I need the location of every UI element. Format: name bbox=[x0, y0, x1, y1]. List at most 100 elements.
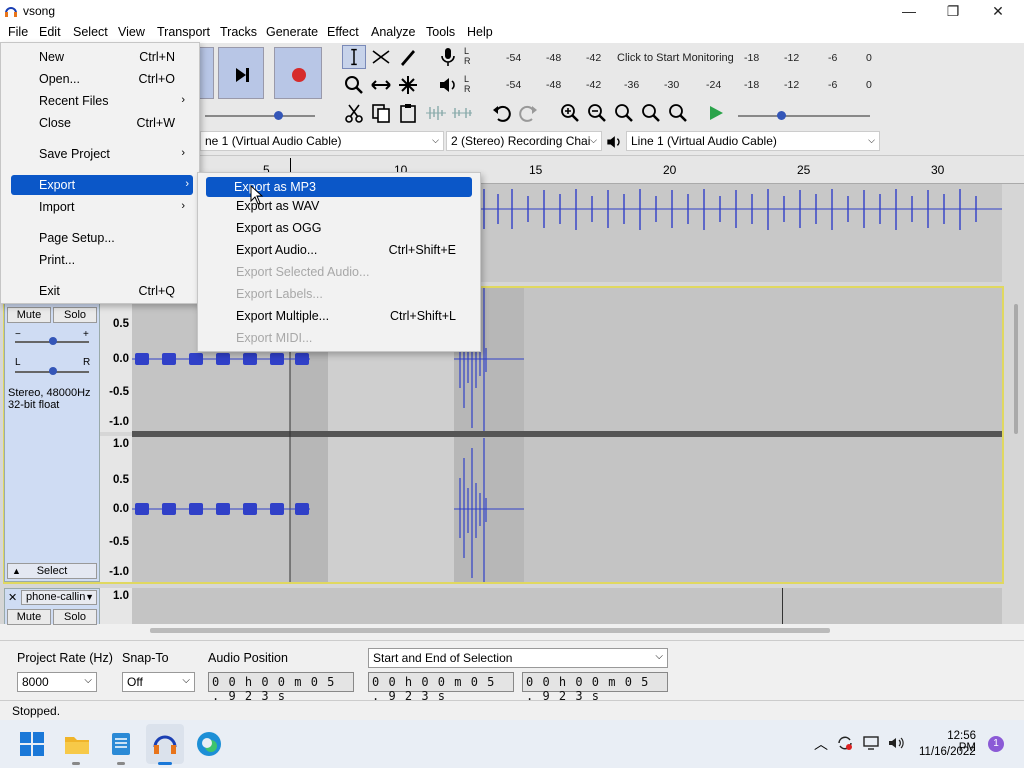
record-button[interactable] bbox=[274, 47, 322, 99]
menu-tools[interactable]: Tools bbox=[426, 25, 455, 39]
zoom-out-icon[interactable] bbox=[585, 101, 609, 125]
file-menu-new[interactable]: New Ctrl+N bbox=[5, 47, 195, 67]
maximize-button[interactable]: ❐ bbox=[930, 0, 976, 23]
volume-slider-track[interactable] bbox=[205, 115, 315, 117]
menu-effect[interactable]: Effect bbox=[327, 25, 359, 39]
chevron-up-icon[interactable]: ︿ bbox=[814, 734, 828, 754]
menu-transport[interactable]: Transport bbox=[157, 25, 210, 39]
selection-start-time[interactable]: 0 0 h 0 0 m 0 5 . 9 2 3 s bbox=[368, 672, 514, 703]
selection-tool-icon[interactable] bbox=[342, 45, 366, 69]
solo-button[interactable]: Solo bbox=[53, 609, 97, 625]
project-rate-select[interactable]: 8000 ⌵ bbox=[17, 672, 97, 692]
clock-date[interactable]: 11/16/2022 bbox=[919, 746, 976, 758]
file-menu-exit[interactable]: Exit Ctrl+Q bbox=[5, 281, 195, 301]
menu-view[interactable]: View bbox=[118, 25, 145, 39]
recording-device-select[interactable]: ne 1 (Virtual Audio Cable) ⌵ bbox=[200, 131, 444, 151]
recording-channels-select[interactable]: 2 (Stereo) Recording Chai ⌵ bbox=[446, 131, 602, 151]
chevron-down-icon: ⌵ bbox=[84, 675, 92, 686]
time-shift-tool-icon[interactable] bbox=[369, 73, 393, 97]
multi-tool-icon[interactable] bbox=[396, 73, 420, 97]
microphone-icon[interactable] bbox=[436, 45, 460, 69]
vertical-scrollbar[interactable] bbox=[1014, 304, 1018, 434]
audacity-taskbar-icon[interactable] bbox=[151, 730, 179, 758]
export-multiple[interactable]: Export Multiple... Ctrl+Shift+L bbox=[202, 306, 476, 326]
fit-project-icon[interactable] bbox=[639, 101, 663, 125]
skip-end-button[interactable] bbox=[218, 47, 264, 99]
envelope-tool-icon[interactable] bbox=[369, 45, 393, 69]
file-menu-open[interactable]: Open... Ctrl+O bbox=[5, 69, 195, 89]
file-explorer-icon[interactable] bbox=[63, 730, 91, 758]
menu-analyze[interactable]: Analyze bbox=[371, 25, 415, 39]
file-menu-page-setup[interactable]: Page Setup... bbox=[5, 228, 195, 248]
track2-control-panel[interactable]: Mute Solo − + L R Stereo, 48000Hz 32-bit… bbox=[4, 288, 100, 582]
cut-icon[interactable] bbox=[342, 101, 366, 125]
track3-name-menu[interactable]: phone-callin ▼ bbox=[21, 590, 97, 605]
horizontal-scrollbar[interactable] bbox=[150, 628, 830, 633]
zoom-toggle-icon[interactable] bbox=[666, 101, 690, 125]
copy-icon[interactable] bbox=[369, 101, 393, 125]
zoom-in-icon[interactable] bbox=[558, 101, 582, 125]
redo-icon[interactable] bbox=[516, 101, 540, 125]
menu-item-label: Export Multiple... bbox=[236, 309, 330, 323]
meter-tick: 0 bbox=[866, 52, 872, 64]
trim-icon[interactable] bbox=[424, 101, 448, 125]
track3-control-panel[interactable]: ✕ phone-callin ▼ Mute Solo bbox=[4, 588, 100, 625]
network-icon[interactable] bbox=[862, 734, 880, 752]
play-speed-slider-track[interactable] bbox=[738, 115, 870, 117]
scale-label: 1.0 bbox=[113, 438, 129, 450]
track-select-button[interactable]: ▲ Select bbox=[7, 563, 97, 579]
edge-browser-icon[interactable] bbox=[195, 730, 223, 758]
play-speed-slider-thumb[interactable] bbox=[777, 111, 786, 120]
export-as-ogg[interactable]: Export as OGG bbox=[202, 218, 476, 238]
playback-meter[interactable]: -54 -48 -42 -36 -30 -24 -18 -12 -6 0 bbox=[474, 73, 878, 97]
playhead-marker[interactable] bbox=[290, 158, 291, 172]
silence-icon[interactable] bbox=[450, 101, 474, 125]
selection-end-time[interactable]: 0 0 h 0 0 m 0 5 . 9 2 3 s bbox=[522, 672, 668, 703]
volume-icon[interactable] bbox=[887, 734, 905, 752]
pan-slider-thumb[interactable] bbox=[49, 367, 57, 375]
close-track-icon[interactable]: ✕ bbox=[8, 591, 17, 604]
notification-badge[interactable]: 1 bbox=[988, 736, 1004, 752]
sync-icon[interactable] bbox=[836, 734, 854, 752]
undo-icon[interactable] bbox=[490, 101, 514, 125]
notepad-icon[interactable] bbox=[107, 730, 135, 758]
menu-select[interactable]: Select bbox=[73, 25, 108, 39]
paste-icon[interactable] bbox=[396, 101, 420, 125]
menu-help[interactable]: Help bbox=[467, 25, 493, 39]
record-meter[interactable]: -54 -48 -42 Click to Start Monitoring -1… bbox=[474, 45, 878, 69]
speaker-icon[interactable] bbox=[436, 73, 460, 97]
file-menu-save-project[interactable]: Save Project › bbox=[5, 144, 195, 164]
mute-button[interactable]: Mute bbox=[7, 307, 51, 323]
export-as-wav[interactable]: Export as WAV bbox=[202, 196, 476, 216]
audio-position-time[interactable]: 0 0 h 0 0 m 0 5 . 9 2 3 s bbox=[208, 672, 354, 703]
file-menu-export[interactable]: Export › bbox=[11, 175, 193, 195]
track-format-label: Stereo, 48000Hz bbox=[8, 387, 91, 399]
play-at-speed-icon[interactable] bbox=[704, 101, 728, 125]
solo-button[interactable]: Solo bbox=[53, 307, 97, 323]
gain-slider-thumb[interactable] bbox=[49, 337, 57, 345]
minimize-button[interactable]: — bbox=[886, 0, 932, 23]
file-menu-recent-files[interactable]: Recent Files › bbox=[5, 91, 195, 111]
file-menu-print[interactable]: Print... bbox=[5, 250, 195, 270]
mute-button[interactable]: Mute bbox=[7, 609, 51, 625]
recording-device-value: ne 1 (Virtual Audio Cable) bbox=[205, 134, 342, 148]
snap-to-select[interactable]: Off ⌵ bbox=[122, 672, 195, 692]
zoom-tool-icon[interactable] bbox=[342, 73, 366, 97]
menu-file[interactable]: File bbox=[8, 25, 28, 39]
close-button[interactable]: ✕ bbox=[975, 0, 1021, 23]
windows-start-icon[interactable] bbox=[18, 730, 46, 758]
chevron-down-icon: ⌵ bbox=[590, 135, 597, 145]
menu-edit[interactable]: Edit bbox=[39, 25, 61, 39]
track3-waveform[interactable] bbox=[132, 588, 1002, 624]
draw-tool-icon[interactable] bbox=[396, 45, 420, 69]
export-audio[interactable]: Export Audio... Ctrl+Shift+E bbox=[202, 240, 476, 260]
menu-tracks[interactable]: Tracks bbox=[220, 25, 257, 39]
file-menu-close[interactable]: Close Ctrl+W bbox=[5, 113, 195, 133]
fit-selection-icon[interactable] bbox=[612, 101, 636, 125]
menu-generate[interactable]: Generate bbox=[266, 25, 318, 39]
volume-slider-thumb[interactable] bbox=[274, 111, 283, 120]
file-menu-import[interactable]: Import › bbox=[5, 197, 195, 217]
playback-device-select[interactable]: Line 1 (Virtual Audio Cable) ⌵ bbox=[626, 131, 880, 151]
export-as-mp3[interactable]: Export as MP3 bbox=[206, 177, 472, 197]
selection-mode-select[interactable]: Start and End of Selection ⌵ bbox=[368, 648, 668, 668]
